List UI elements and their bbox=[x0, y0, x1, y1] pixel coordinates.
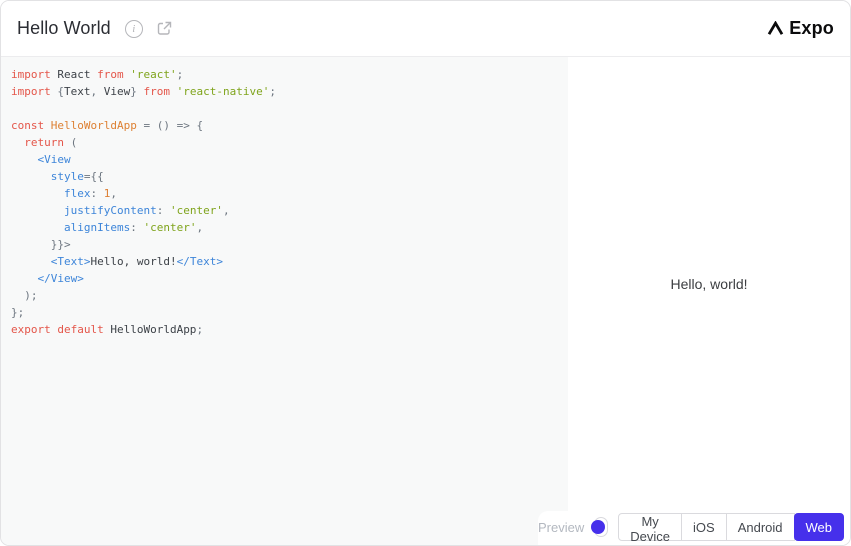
preview-label: Preview bbox=[538, 519, 585, 535]
header: Hello World i Expo bbox=[1, 1, 850, 57]
preview-toolbar: Preview My Device iOS Android Web bbox=[538, 511, 850, 545]
device-tab-ios[interactable]: iOS bbox=[681, 513, 727, 541]
code-line[interactable]: }; bbox=[11, 304, 558, 321]
code-line[interactable] bbox=[11, 100, 558, 117]
code-content: import React from 'react'; import {Text, … bbox=[11, 66, 558, 338]
code-line[interactable]: alignItems: 'center', bbox=[11, 219, 558, 236]
expo-logo[interactable]: Expo bbox=[767, 18, 834, 39]
expo-caret-icon bbox=[767, 21, 784, 35]
code-line[interactable]: import {Text, View} from 'react-native'; bbox=[11, 83, 558, 100]
device-tabs: My Device iOS Android Web bbox=[618, 513, 844, 544]
device-tab-android[interactable]: Android bbox=[725, 513, 795, 541]
code-line[interactable]: export default HelloWorldApp; bbox=[11, 321, 558, 338]
preview-pane: Hello, world! bbox=[568, 57, 850, 511]
code-line[interactable]: justifyContent: 'center', bbox=[11, 202, 558, 219]
code-editor[interactable]: import React from 'react'; import {Text, … bbox=[1, 57, 568, 545]
code-line[interactable]: return ( bbox=[11, 134, 558, 151]
code-line[interactable]: ); bbox=[11, 287, 558, 304]
code-line[interactable]: <Text>Hello, world!</Text> bbox=[11, 253, 558, 270]
info-icon[interactable]: i bbox=[124, 19, 143, 38]
main-area: import React from 'react'; import {Text, … bbox=[1, 57, 850, 545]
device-tab-my-device[interactable]: My Device bbox=[618, 513, 683, 544]
preview-output-text: Hello, world! bbox=[670, 276, 748, 292]
code-line[interactable]: style={{ bbox=[11, 168, 558, 185]
code-line[interactable]: </View> bbox=[11, 270, 558, 287]
code-line[interactable]: const HelloWorldApp = () => { bbox=[11, 117, 558, 134]
open-external-icon[interactable] bbox=[156, 20, 173, 37]
code-line[interactable]: import React from 'react'; bbox=[11, 66, 558, 83]
preview-column: Hello, world! Preview My Device iOS Androi… bbox=[538, 57, 850, 545]
code-line[interactable]: flex: 1, bbox=[11, 185, 558, 202]
external-link-icon bbox=[157, 21, 172, 35]
device-tab-web[interactable]: Web bbox=[793, 513, 844, 541]
code-line[interactable]: }}> bbox=[11, 236, 558, 253]
expo-logo-text: Expo bbox=[789, 18, 834, 38]
snack-window: Hello World i Expo import React from 're… bbox=[0, 0, 851, 546]
project-title: Hello World bbox=[17, 18, 111, 38]
code-line[interactable]: <View bbox=[11, 151, 558, 168]
toggle-knob bbox=[591, 520, 606, 534]
preview-toggle[interactable] bbox=[591, 517, 609, 537]
